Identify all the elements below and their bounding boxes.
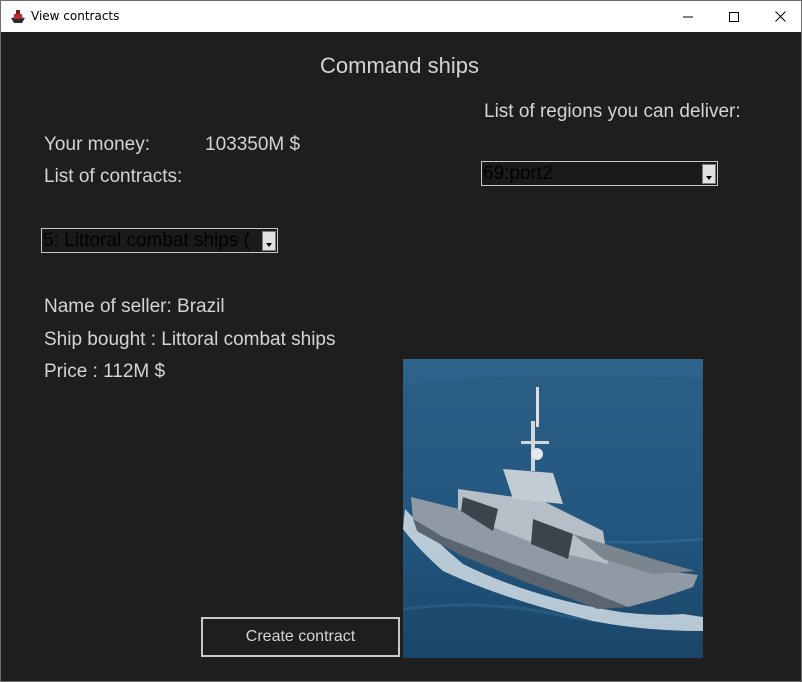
money-value: 103350M $ — [205, 134, 301, 155]
minimize-icon — [683, 16, 693, 17]
window-title: View contracts — [31, 9, 120, 23]
region-select[interactable]: 69:port2 — [481, 161, 718, 186]
regions-label: List of regions you can deliver: — [484, 101, 741, 122]
minimize-button[interactable] — [665, 1, 711, 32]
contract-select-value: 5: Littoral combat ships ( — [43, 230, 250, 251]
ship-bought-text: Ship bought : Littoral combat ships — [44, 329, 336, 350]
contracts-label: List of contracts: — [44, 166, 183, 187]
seller-text: Name of seller: Brazil — [44, 296, 225, 317]
ship-app-icon — [11, 10, 25, 23]
ship-image — [403, 359, 703, 658]
client-area: Command ships List of regions you can de… — [1, 32, 801, 681]
region-select-value: 69:port2 — [483, 163, 553, 184]
contract-select[interactable]: 5: Littoral combat ships ( — [41, 228, 278, 253]
money-label: Your money: — [44, 134, 150, 155]
maximize-icon — [729, 11, 739, 22]
create-contract-button[interactable]: Create contract — [201, 617, 400, 657]
title-bar[interactable]: View contracts — [1, 1, 801, 32]
price-text: Price : 112M $ — [44, 361, 166, 382]
chevron-down-icon[interactable] — [262, 231, 276, 251]
page-title: Command ships — [320, 53, 479, 78]
close-icon — [774, 11, 786, 22]
chevron-down-icon[interactable] — [702, 164, 716, 184]
app-window: View contracts Command ships List of reg… — [0, 0, 802, 682]
maximize-button[interactable] — [711, 1, 757, 32]
close-button[interactable] — [757, 1, 801, 32]
